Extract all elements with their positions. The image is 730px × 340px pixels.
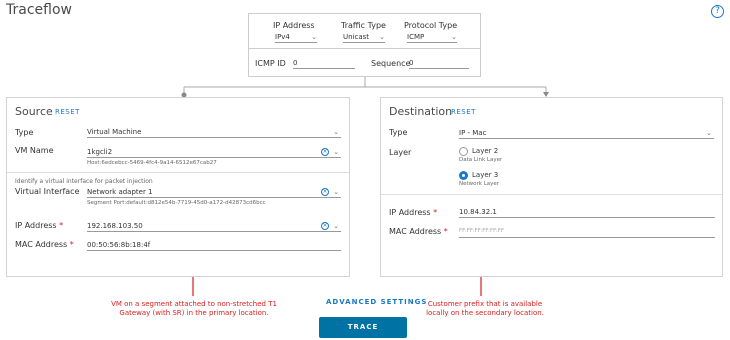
- chevron-down-icon: ⌄: [706, 129, 712, 137]
- required-mark: *: [433, 208, 438, 217]
- destination-panel: Destination RESET Type IP - Mac ⌄ Layer …: [380, 97, 723, 277]
- vm-name-label: VM Name: [15, 146, 54, 155]
- vm-name-value: 1kgcli2: [87, 148, 113, 156]
- source-ip-label: IP Address *: [15, 221, 63, 230]
- source-annotation: VM on a segment attached to non-stretche…: [111, 300, 277, 317]
- required-mark: *: [443, 227, 448, 236]
- destination-mac-label: MAC Address *: [389, 227, 448, 236]
- chevron-down-icon: ⌄: [333, 222, 339, 230]
- layer2-label: Layer 2: [472, 147, 499, 155]
- clear-icon[interactable]: ×: [321, 188, 329, 196]
- virtual-interface-label: Virtual Interface: [15, 187, 80, 196]
- segment-port-text: Segment Port:default:d812e54b-7719-45d0-…: [87, 200, 266, 206]
- divider: [381, 194, 722, 195]
- source-panel: Source RESET Type Virtual Machine ⌄ VM N…: [6, 97, 350, 277]
- layer2-sub: Data Link Layer: [459, 157, 503, 163]
- source-ip-label-text: IP Address: [15, 221, 57, 230]
- vm-name-select[interactable]: 1kgcli2 × ⌄: [87, 148, 341, 158]
- chevron-down-icon: ⌄: [333, 148, 339, 156]
- virtual-interface-select[interactable]: Network adapter 1 × ⌄: [87, 188, 341, 198]
- source-mac-label: MAC Address *: [15, 240, 74, 249]
- destination-ip-label: IP Address *: [389, 208, 437, 217]
- source-type-label: Type: [15, 128, 34, 137]
- chevron-down-icon: ⌄: [333, 188, 339, 196]
- layer3-radio[interactable]: [459, 171, 468, 180]
- layer2-radio[interactable]: [459, 147, 468, 156]
- destination-mac-input[interactable]: FF:FF:FF:FF:FF:FF: [459, 228, 715, 238]
- required-mark: *: [59, 221, 64, 230]
- source-mac-input[interactable]: 00:50:56:8b:18:4f: [87, 241, 341, 251]
- source-ip-input[interactable]: 192.168.103.50 × ⌄: [87, 222, 341, 232]
- chevron-down-icon: ⌄: [333, 128, 339, 136]
- clear-icon[interactable]: ×: [321, 148, 329, 156]
- trace-button[interactable]: TRACE: [319, 317, 407, 338]
- source-type-value: Virtual Machine: [87, 128, 142, 136]
- vm-host-text: Host:6edcebcc-5469-4fc4-9a14-6512e67cab2…: [87, 160, 217, 166]
- layer-label: Layer: [389, 148, 412, 157]
- advanced-settings-link[interactable]: ADVANCED SETTINGS: [326, 298, 427, 306]
- destination-mac-label-text: MAC Address: [389, 227, 442, 236]
- source-title: Source: [15, 105, 53, 118]
- destination-type-value: IP - Mac: [459, 129, 487, 137]
- destination-ip-input[interactable]: 10.84.32.1: [459, 208, 715, 218]
- divider: [7, 172, 349, 173]
- source-ip-value: 192.168.103.50: [87, 222, 143, 230]
- destination-ip-label-text: IP Address: [389, 208, 431, 217]
- destination-annotation: Customer prefix that is available locall…: [426, 300, 544, 317]
- destination-type-label: Type: [389, 128, 408, 137]
- layer3-sub: Network Layer: [459, 181, 500, 187]
- virtual-interface-value: Network adapter 1: [87, 188, 153, 196]
- layer3-label: Layer 3: [472, 171, 499, 179]
- source-type-select[interactable]: Virtual Machine ⌄: [87, 128, 341, 138]
- source-mac-label-text: MAC Address: [15, 240, 68, 249]
- source-reset-link[interactable]: RESET: [55, 108, 80, 116]
- identify-interface-text: Identify a virtual interface for packet …: [15, 178, 153, 185]
- destination-title: Destination: [389, 105, 453, 118]
- destination-type-select[interactable]: IP - Mac ⌄: [459, 129, 714, 139]
- destination-reset-link[interactable]: RESET: [451, 108, 476, 116]
- required-mark: *: [69, 240, 74, 249]
- clear-icon[interactable]: ×: [321, 222, 329, 230]
